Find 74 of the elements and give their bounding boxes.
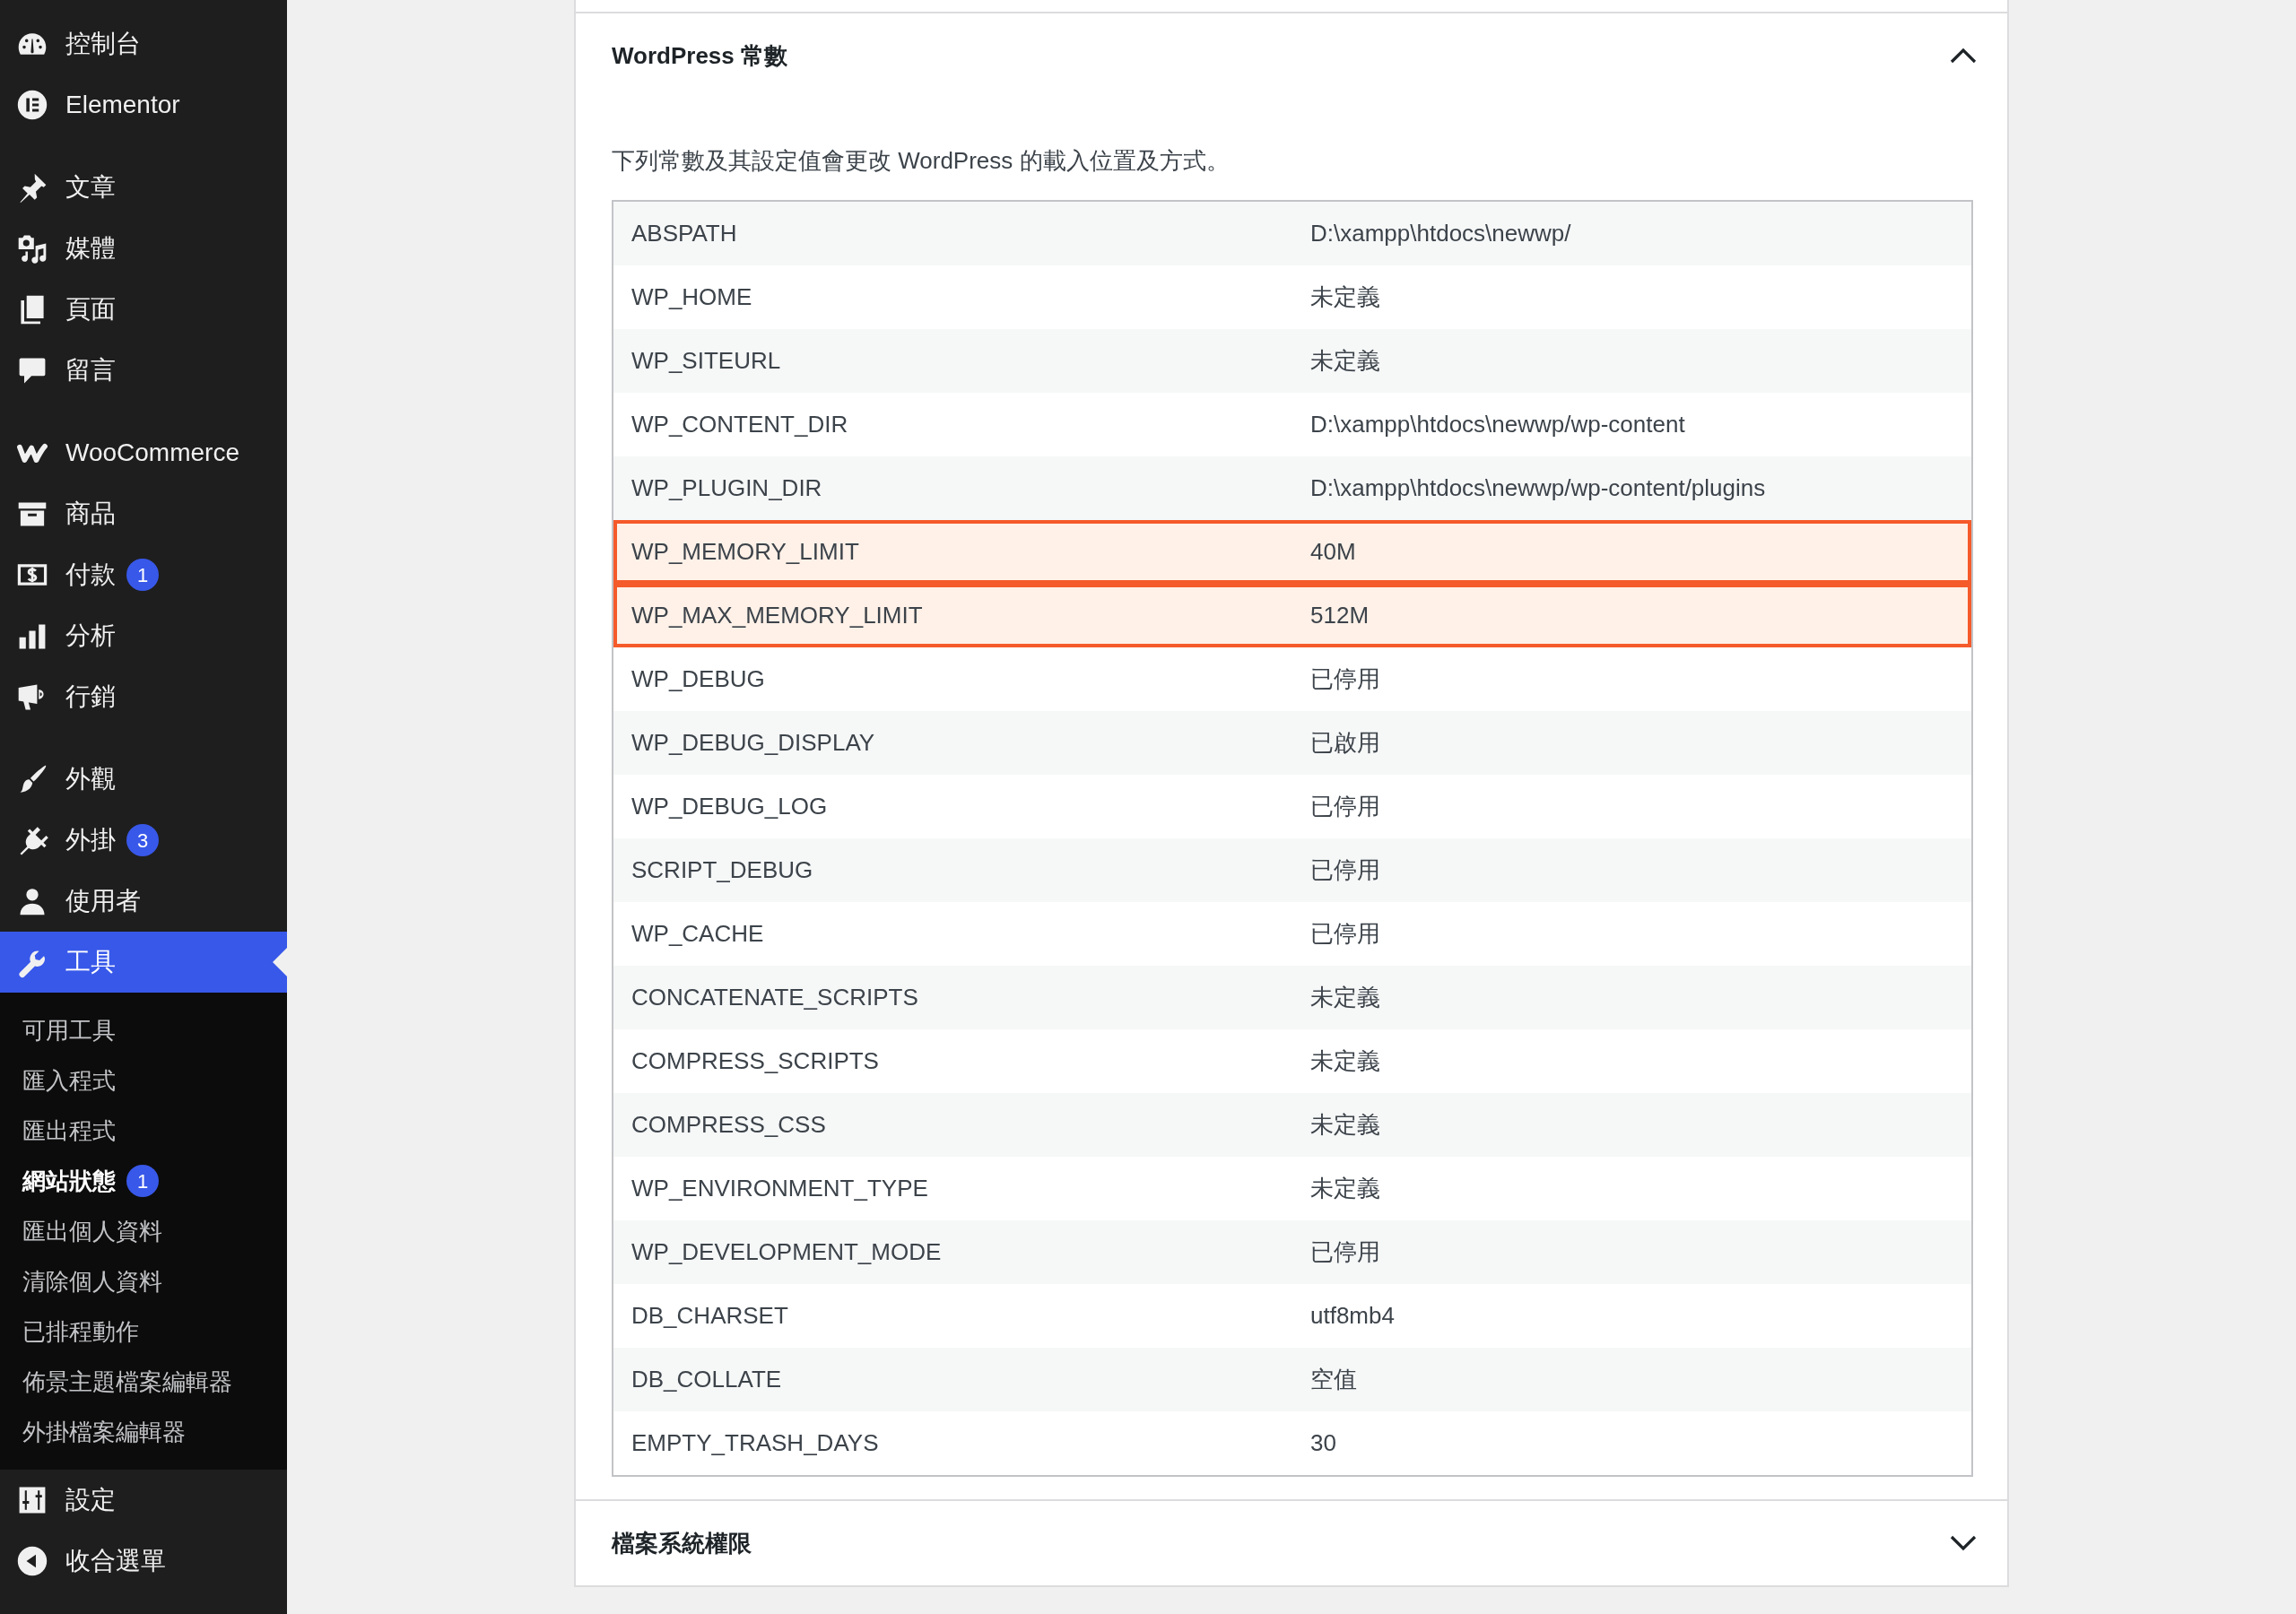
table-cell-text: DB_COLLATE: [631, 1365, 783, 1394]
table-cell-text: 未定義: [1309, 1110, 1381, 1140]
table-cell-text: 未定義: [1309, 1174, 1381, 1203]
sidebar-item[interactable]: 商品: [0, 483, 287, 544]
table-cell-text: utf8mb4: [1309, 1301, 1396, 1331]
sidebar-item[interactable]: 控制台: [0, 13, 287, 74]
table-cell-text: SCRIPT_DEBUG: [631, 855, 814, 885]
count-badge: 1: [126, 559, 159, 591]
table-cell-text: 已停用: [1309, 792, 1381, 821]
submenu-item[interactable]: 可用工具: [0, 1005, 287, 1055]
sidebar-item[interactable]: Elementor: [0, 74, 287, 135]
table-cell-text: 已停用: [1309, 855, 1381, 885]
count-badge: 1: [126, 1165, 159, 1197]
submenu-item[interactable]: 外掛檔案編輯器: [0, 1407, 287, 1457]
table-cell-text: 已啟用: [1309, 728, 1381, 758]
table-cell-text: 空值: [1309, 1365, 1358, 1394]
table-cell-text: D:\xampp\htdocs\newwp/wp-content/plugins: [1309, 473, 1767, 503]
sidebar-item[interactable]: 付款 1: [0, 544, 287, 605]
table-cell-text: EMPTY_TRASH_DAYS: [631, 1428, 880, 1458]
submenu-item[interactable]: 佈景主題檔案編輯器: [0, 1357, 287, 1407]
table-cell-text: WP_SITEURL: [631, 346, 782, 376]
table-cell-text: 已停用: [1309, 1237, 1381, 1267]
sidebar-item[interactable]: 設定: [0, 1470, 287, 1531]
table-cell-text: CONCATENATE_SCRIPTS: [631, 983, 919, 1012]
table-cell-text: WP_PLUGIN_DIR: [631, 473, 823, 503]
sidebar-item[interactable]: 工具: [0, 932, 287, 993]
chevron-up-icon: [1950, 48, 1977, 64]
sidebar-item[interactable]: 留言: [0, 340, 287, 401]
submenu-item[interactable]: 匯出程式: [0, 1106, 287, 1156]
table-cell-text: WP_CONTENT_DIR: [631, 410, 849, 439]
table-cell-text: 未定義: [1309, 983, 1381, 1012]
count-badge: 3: [126, 824, 159, 856]
table-cell-text: D:\xampp\htdocs\newwp/wp-content: [1309, 410, 1686, 439]
sidebar-item[interactable]: 媒體: [0, 218, 287, 279]
table-cell-text: WP_DEBUG_LOG: [631, 792, 829, 821]
table-cell-text: DB_CHARSET: [631, 1301, 789, 1331]
submenu-item[interactable]: 已排程動作: [0, 1306, 287, 1357]
table-cell-text: WP_HOME: [631, 282, 753, 312]
chevron-down-icon: [1950, 1535, 1977, 1551]
table-cell-text: COMPRESS_CSS: [631, 1110, 827, 1140]
table-cell-text: 未定義: [1309, 282, 1381, 312]
submenu-item[interactable]: 網站狀態 1: [0, 1156, 287, 1206]
sidebar-item[interactable]: 外掛 3: [0, 810, 287, 871]
table-cell-text: COMPRESS_SCRIPTS: [631, 1046, 880, 1076]
table-cell-text: 已停用: [1309, 919, 1381, 949]
circle-left-arrow-icon: [16, 1545, 48, 1577]
table-cell-text: 未定義: [1309, 346, 1381, 376]
table-cell-text: 30: [1309, 1428, 1337, 1458]
table-cell: 512M: [1292, 584, 1971, 647]
submenu-item[interactable]: 匯入程式: [0, 1055, 287, 1106]
sidebar-item[interactable]: 使用者: [0, 871, 287, 932]
table-cell-text: WP_ENVIRONMENT_TYPE: [631, 1174, 929, 1203]
sidebar-item[interactable]: WooCommerce: [0, 422, 287, 483]
table-cell: 40M: [1292, 520, 1971, 584]
table-cell-text: 未定義: [1309, 1046, 1381, 1076]
collapse-menu-button[interactable]: 收合選單: [0, 1531, 287, 1592]
table-cell-text: WP_DEBUG: [631, 664, 766, 694]
table-cell: WP_MAX_MEMORY_LIMIT: [613, 584, 1292, 647]
submenu-item[interactable]: 清除個人資料: [0, 1256, 287, 1306]
sidebar-item[interactable]: 行銷: [0, 666, 287, 727]
sidebar-item[interactable]: 分析: [0, 605, 287, 666]
table-cell: WP_MEMORY_LIMIT: [613, 520, 1292, 584]
table-cell-text: WP_CACHE: [631, 919, 765, 949]
table-cell-text: WP_DEVELOPMENT_MODE: [631, 1237, 943, 1267]
sidebar-item[interactable]: 文章: [0, 157, 287, 218]
table-cell-text: D:\xampp\htdocs\newwp/: [1309, 219, 1572, 248]
submenu-item[interactable]: 匯出個人資料: [0, 1206, 287, 1256]
sidebar-item[interactable]: 頁面: [0, 279, 287, 340]
table-cell-text: ABSPATH: [631, 219, 738, 248]
pointer-triangle-icon: [273, 948, 287, 976]
sidebar-item[interactable]: 外觀: [0, 749, 287, 810]
section-description: 下列常數及其設定值會更改 WordPress 的載入位置及方式。: [612, 146, 1231, 176]
table-cell-text: 已停用: [1309, 664, 1381, 694]
table-cell-text: WP_DEBUG_DISPLAY: [631, 728, 876, 758]
